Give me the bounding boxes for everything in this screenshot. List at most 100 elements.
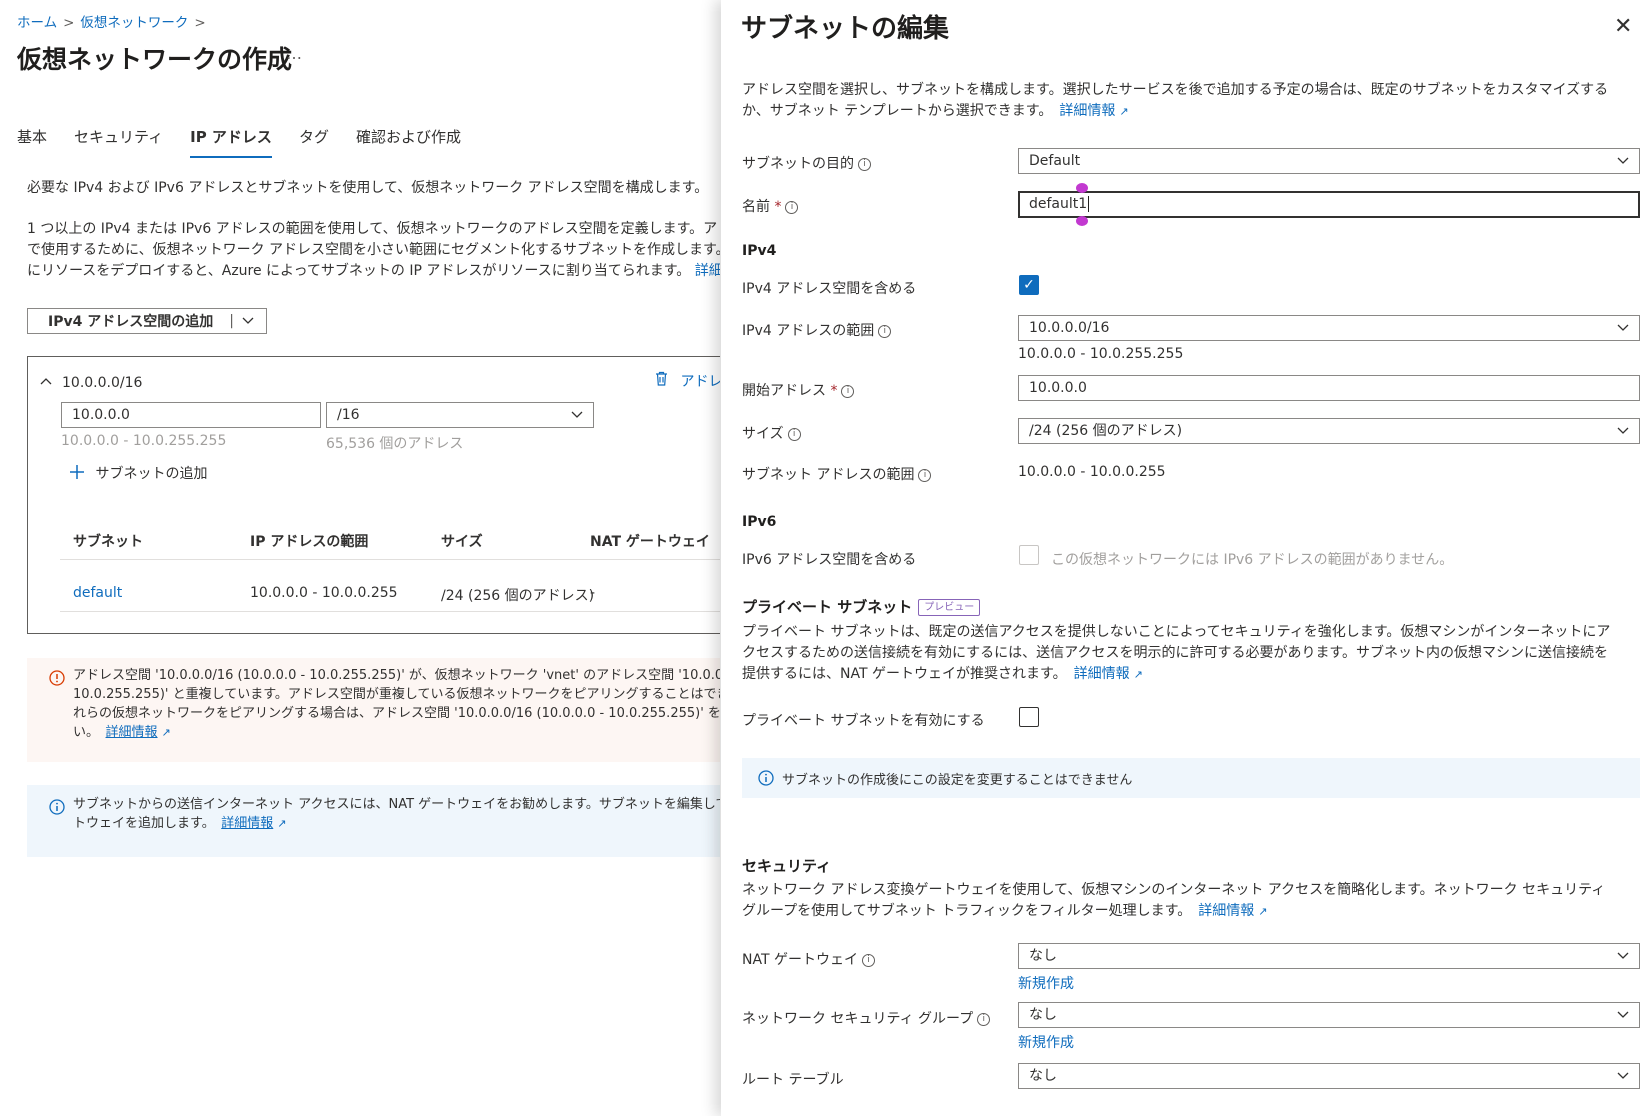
external-link-icon: ↗ — [1133, 668, 1143, 681]
close-icon[interactable]: ✕ — [1614, 14, 1632, 39]
warning-text: れらの仮想ネットワークをピアリングする場合は、アドレス空間 '10.0.0.0/… — [73, 706, 720, 721]
nat-gateway-select[interactable]: なし — [1018, 943, 1640, 969]
info-icon[interactable]: i — [785, 200, 799, 214]
info-icon — [49, 799, 65, 819]
warning-learn-more-link[interactable]: 詳細情報 — [106, 725, 158, 740]
info-icon[interactable]: i — [841, 384, 855, 398]
required-marker: * — [770, 199, 782, 215]
intro-text: で使用するために、仮想ネットワーク アドレス空間を小さい範囲にセグメント化するサ… — [27, 242, 720, 258]
panel-learn-more-link[interactable]: 詳細情報 — [1059, 103, 1115, 119]
start-address-input[interactable]: 10.0.0.0 — [1018, 375, 1640, 401]
ipv6-disabled-text: この仮想ネットワークには IPv6 アドレスの範囲がありません。 — [1051, 552, 1454, 568]
selection-handle[interactable] — [1076, 183, 1088, 193]
info-icon[interactable]: i — [878, 324, 892, 338]
intro-text: 1 つ以上の IPv4 または IPv6 アドレスの範囲を使用して、仮想ネットワ… — [27, 221, 720, 237]
intro-text: にリソースをデプロイすると、Azure によってサブネットの IP アドレスがリ… — [27, 260, 720, 282]
nsg-create-new-link[interactable]: 新規作成 — [1018, 1032, 1074, 1052]
nat-create-new-link[interactable]: 新規作成 — [1018, 973, 1074, 993]
subnet-nat: - — [590, 585, 596, 601]
private-subnet-description-line: 提供するには、NAT ゲートウェイが推奨されます。 — [742, 666, 1060, 682]
more-options-button[interactable]: … — [286, 44, 303, 63]
warning-icon — [49, 670, 65, 690]
size-select[interactable]: /24 (256 個のアドレス) — [1018, 418, 1640, 444]
add-ipv4-space-button[interactable]: IPv4 アドレス空間の追加 | — [27, 308, 267, 334]
chevron-down-icon — [1617, 1003, 1629, 1027]
ipv6-include-checkbox[interactable] — [1019, 545, 1039, 565]
tab-basics[interactable]: 基本 — [17, 126, 47, 158]
delete-address-space-label: アドレス空間の削除 — [680, 374, 720, 390]
ipv4-include-checkbox[interactable]: ✓ — [1019, 275, 1039, 295]
name-input[interactable]: default1 — [1018, 191, 1640, 218]
start-address-text: 開始アドレス — [742, 383, 826, 399]
tab-security[interactable]: セキュリティ — [74, 126, 163, 158]
private-subnet-description: 提供するには、NAT ゲートウェイが推奨されます。 詳細情報 ↗ — [742, 664, 1143, 685]
subnet-purpose-select[interactable]: Default — [1018, 148, 1640, 174]
prefix-select[interactable]: /16 — [326, 402, 594, 428]
panel-description: アドレス空間を選択し、サブネットを構成します。選択したサービスを後で追加する予定… — [742, 82, 1609, 98]
chevron-down-icon — [1617, 316, 1629, 340]
edit-subnet-panel: サブネットの編集 ✕ アドレス空間を選択し、サブネットを構成します。選択したサー… — [721, 0, 1652, 1116]
table-divider — [60, 611, 720, 612]
private-subnet-note-text: サブネットの作成後にこの設定を変更することはできません — [782, 773, 1133, 788]
info-icon[interactable]: i — [977, 1012, 991, 1026]
security-learn-more-link[interactable]: 詳細情報 — [1198, 903, 1254, 919]
chevron-down-icon[interactable] — [242, 313, 254, 329]
private-enable-checkbox[interactable] — [1019, 707, 1039, 727]
start-address-label: 開始アドレス * i — [742, 380, 855, 400]
info-icon[interactable]: i — [858, 157, 871, 171]
required-marker: * — [826, 383, 838, 399]
chevron-down-icon — [1617, 149, 1629, 173]
private-subnet-description: クセスするための送信接続を有効にするには、送信アクセスを明示的に許可する必要があ… — [742, 645, 1609, 661]
chevron-up-icon[interactable] — [40, 373, 52, 389]
security-description: ネットワーク アドレス変換ゲートウェイを使用して、仮想マシンのインターネット ア… — [742, 882, 1606, 898]
subnet-purpose-label: サブネットの目的 i — [742, 153, 871, 173]
subnet-range-text: サブネット アドレスの範囲 — [742, 467, 915, 483]
tab-review-create[interactable]: 確認および作成 — [356, 126, 461, 158]
ipv6-heading: IPv6 — [742, 514, 777, 530]
external-link-icon: ↗ — [1258, 905, 1268, 918]
page-title: 仮想ネットワークの作成 — [17, 45, 293, 74]
address-range-hint: 10.0.0.0 - 10.0.255.255 — [61, 433, 227, 449]
external-link-icon: ↗ — [277, 817, 287, 830]
ipv4-range-select[interactable]: 10.0.0.0/16 — [1018, 315, 1640, 341]
private-subnet-note: サブネットの作成後にこの設定を変更することはできません — [742, 758, 1640, 798]
chevron-down-icon — [1617, 419, 1629, 443]
subnet-range-value: 10.0.0.0 - 10.0.0.255 — [1018, 464, 1166, 480]
route-table-select[interactable]: なし — [1018, 1063, 1640, 1089]
add-subnet-label: サブネットの追加 — [95, 466, 208, 482]
nsg-label: ネットワーク セキュリティ グループ i — [742, 1008, 991, 1028]
prefix-value: /16 — [337, 407, 360, 423]
chevron-down-icon — [1617, 944, 1629, 968]
nsg-value: なし — [1029, 1007, 1057, 1023]
address-input[interactable]: 10.0.0.0 — [61, 402, 321, 428]
route-table-value: なし — [1029, 1068, 1057, 1084]
ipv4-range-text: IPv4 アドレスの範囲 — [742, 323, 875, 339]
breadcrumb-home[interactable]: ホーム — [17, 15, 57, 31]
external-link-icon: ↗ — [161, 726, 171, 739]
table-header-size: サイズ — [441, 534, 483, 550]
add-subnet-button[interactable]: サブネットの追加 — [69, 463, 207, 484]
nsg-text: ネットワーク セキュリティ グループ — [742, 1011, 974, 1027]
info-icon[interactable]: i — [918, 468, 932, 482]
info-icon[interactable]: i — [861, 953, 875, 967]
private-learn-more-link[interactable]: 詳細情報 — [1074, 666, 1130, 682]
tab-tags[interactable]: タグ — [299, 126, 329, 158]
info-learn-more-link[interactable]: 詳細情報 — [221, 816, 273, 831]
breadcrumb-vnet[interactable]: 仮想ネットワーク — [80, 15, 188, 31]
ipv4-include-label: IPv4 アドレス空間を含める — [742, 281, 917, 297]
size-label: サイズ i — [742, 423, 801, 443]
nsg-select[interactable]: なし — [1018, 1002, 1640, 1028]
address-space-cidr: 10.0.0.0/16 — [62, 375, 143, 391]
private-subnet-heading: プライベート サブネット プレビュー — [742, 596, 981, 617]
tab-ip-addresses[interactable]: IP アドレス — [190, 126, 272, 158]
selection-handle[interactable] — [1076, 216, 1088, 226]
info-icon[interactable]: i — [787, 427, 801, 441]
delete-address-space-button[interactable]: アドレス空間の削除 — [655, 371, 720, 391]
warning-text: アドレス空間 '10.0.0.0/16 (10.0.0.0 - 10.0.255… — [73, 668, 720, 683]
subnet-link[interactable]: default — [73, 585, 122, 601]
tab-bar: 基本 セキュリティ IP アドレス タグ 確認および作成 — [17, 126, 488, 158]
ipv4-range-value: 10.0.0.0/16 — [1029, 320, 1110, 336]
learn-more-link[interactable]: 詳細情報 — [695, 263, 720, 279]
size-text: サイズ — [742, 426, 784, 442]
external-link-icon: ↗ — [1119, 105, 1129, 118]
